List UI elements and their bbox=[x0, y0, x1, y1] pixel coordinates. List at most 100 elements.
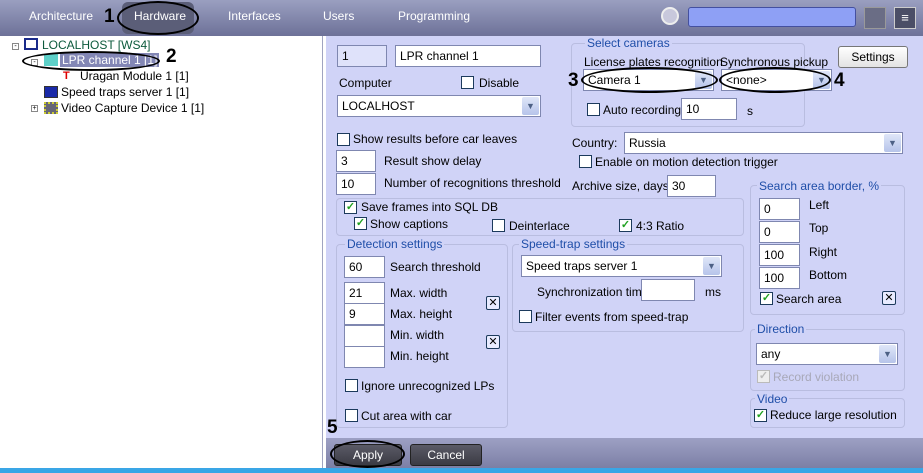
show-before-leaves-label: Show results before car leaves bbox=[353, 132, 518, 146]
ignore-unrecognized-checkbox[interactable] bbox=[345, 379, 358, 392]
result-delay-field[interactable]: 3 bbox=[336, 150, 376, 172]
deinterlace-label: Deinterlace bbox=[509, 219, 570, 233]
annotation-oval-1 bbox=[117, 1, 199, 35]
tab-programming[interactable]: Programming bbox=[398, 9, 470, 23]
max-width-field[interactable]: 21 bbox=[344, 282, 385, 304]
computer-icon bbox=[24, 38, 38, 50]
search-bottom-field[interactable]: 100 bbox=[759, 267, 800, 289]
annotation-oval-5 bbox=[330, 440, 405, 468]
computer-select[interactable]: LOCALHOST ▼ bbox=[337, 95, 541, 117]
uragan-module-icon: T bbox=[63, 70, 70, 82]
ignore-unrecognized-label: Ignore unrecognized LPs bbox=[361, 379, 495, 393]
speedtrap-server-value: Speed traps server 1 bbox=[526, 259, 638, 273]
deinterlace-checkbox[interactable] bbox=[492, 219, 505, 232]
channel-id-field: 1 bbox=[337, 45, 387, 67]
save-frames-label: Save frames into SQL DB bbox=[361, 200, 498, 214]
annotation-oval-4 bbox=[719, 67, 831, 93]
direction-select[interactable]: any ▼ bbox=[756, 343, 898, 365]
tab-interfaces[interactable]: Interfaces bbox=[228, 9, 281, 23]
max-size-pick-icon[interactable]: ✕ bbox=[486, 296, 500, 310]
sync-time-field[interactable] bbox=[641, 279, 695, 301]
video-device-icon bbox=[44, 102, 58, 114]
show-before-leaves-checkbox[interactable] bbox=[337, 133, 350, 146]
hardware-tree: - LOCALHOST [WS4] - LPR channel 1 [1] T … bbox=[0, 36, 323, 473]
country-label: Country: bbox=[572, 136, 618, 150]
chevron-down-icon: ▼ bbox=[703, 257, 720, 275]
filter-events-checkbox[interactable] bbox=[519, 310, 532, 323]
min-width-field[interactable] bbox=[344, 325, 385, 347]
direction-value: any bbox=[761, 347, 781, 361]
reduce-resolution-checkbox[interactable]: ✓ bbox=[754, 409, 767, 422]
search-area-pick-icon[interactable]: ✕ bbox=[882, 291, 896, 305]
max-width-label: Max. width bbox=[390, 286, 448, 300]
sync-time-label: Synchronization time bbox=[537, 285, 649, 299]
recog-threshold-label: Number of recognitions threshold bbox=[384, 176, 561, 190]
min-height-field[interactable] bbox=[344, 346, 385, 368]
disable-label: Disable bbox=[479, 76, 520, 90]
video-title: Video bbox=[755, 392, 790, 406]
tree-item-speed-traps-server[interactable]: Speed traps server 1 [1] bbox=[61, 85, 189, 99]
tab-architecture[interactable]: Architecture bbox=[29, 9, 93, 23]
min-size-pick-icon[interactable]: ✕ bbox=[486, 335, 500, 349]
speedtrap-server-select[interactable]: Speed traps server 1 ▼ bbox=[521, 255, 722, 277]
camera-lens-icon[interactable] bbox=[661, 7, 679, 25]
search-threshold-field[interactable]: 60 bbox=[344, 256, 385, 278]
cut-area-checkbox[interactable] bbox=[345, 409, 358, 422]
detection-settings-title: Detection settings bbox=[345, 237, 445, 251]
max-height-field[interactable]: 9 bbox=[344, 303, 385, 325]
annotation-2: 2 bbox=[166, 46, 177, 67]
auto-recording-unit: s bbox=[747, 104, 753, 118]
filter-events-label: Filter events from speed-trap bbox=[535, 310, 689, 324]
auto-recording-label: Auto recording bbox=[603, 103, 682, 117]
search-right-field[interactable]: 100 bbox=[759, 244, 800, 266]
chevron-down-icon: ▼ bbox=[879, 345, 896, 363]
disable-checkbox[interactable] bbox=[461, 76, 474, 89]
collapse-icon[interactable]: - bbox=[12, 43, 19, 50]
result-delay-label: Result show delay bbox=[384, 154, 482, 168]
annotation-5: 5 bbox=[327, 417, 338, 438]
computer-label: Computer bbox=[339, 76, 392, 90]
direction-title: Direction bbox=[755, 322, 807, 336]
record-violation-label: Record violation bbox=[773, 370, 860, 384]
min-height-label: Min. height bbox=[390, 349, 449, 363]
auto-recording-checkbox[interactable] bbox=[587, 103, 600, 116]
search-input[interactable] bbox=[688, 7, 856, 27]
channel-name-field[interactable]: LPR channel 1 bbox=[395, 45, 541, 67]
tree-item-uragan-module[interactable]: Uragan Module 1 [1] bbox=[80, 69, 189, 83]
settings-button[interactable]: Settings bbox=[838, 46, 908, 68]
save-frames-checkbox[interactable]: ✓ bbox=[344, 201, 357, 214]
min-width-label: Min. width bbox=[390, 328, 445, 342]
search-left-field[interactable]: 0 bbox=[759, 198, 800, 220]
show-captions-label: Show captions bbox=[370, 217, 449, 231]
tree-item-video-capture-device[interactable]: Video Capture Device 1 [1] bbox=[61, 101, 204, 115]
annotation-3: 3 bbox=[568, 70, 579, 91]
search-top-label: Top bbox=[809, 221, 829, 235]
search-top-field[interactable]: 0 bbox=[759, 221, 800, 243]
speedtrap-settings-title: Speed-trap settings bbox=[519, 237, 628, 251]
record-violation-checkbox[interactable]: ✓ bbox=[757, 370, 770, 383]
search-left-label: Left bbox=[809, 198, 830, 212]
annotation-oval-2 bbox=[22, 51, 160, 71]
show-captions-checkbox[interactable]: ✓ bbox=[354, 217, 367, 230]
archive-field[interactable]: 30 bbox=[667, 175, 716, 197]
motion-trigger-checkbox[interactable] bbox=[579, 155, 592, 168]
chevron-down-icon: ▼ bbox=[884, 134, 901, 152]
recog-threshold-field[interactable]: 10 bbox=[336, 173, 376, 195]
tab-users[interactable]: Users bbox=[323, 9, 354, 23]
layout-grid-icon[interactable] bbox=[864, 7, 886, 29]
server-icon bbox=[44, 86, 58, 98]
sync-time-unit: ms bbox=[705, 285, 721, 299]
menu-icon[interactable]: ≡ bbox=[894, 7, 916, 29]
ratio-label: 4:3 Ratio bbox=[636, 219, 685, 233]
search-threshold-label: Search threshold bbox=[390, 260, 481, 274]
chevron-down-icon: ▼ bbox=[522, 97, 539, 115]
country-select[interactable]: Russia ▼ bbox=[624, 132, 903, 154]
search-bottom-label: Bottom bbox=[809, 268, 848, 282]
cut-area-label: Cut area with car bbox=[361, 409, 452, 423]
expand-icon[interactable]: + bbox=[31, 105, 38, 112]
tree-item-localhost[interactable]: LOCALHOST [WS4] bbox=[42, 38, 150, 52]
auto-recording-field[interactable]: 10 bbox=[681, 98, 737, 120]
cancel-button[interactable]: Cancel bbox=[410, 444, 482, 466]
ratio-checkbox[interactable]: ✓ bbox=[619, 219, 632, 232]
search-area-checkbox[interactable]: ✓ bbox=[760, 292, 773, 305]
